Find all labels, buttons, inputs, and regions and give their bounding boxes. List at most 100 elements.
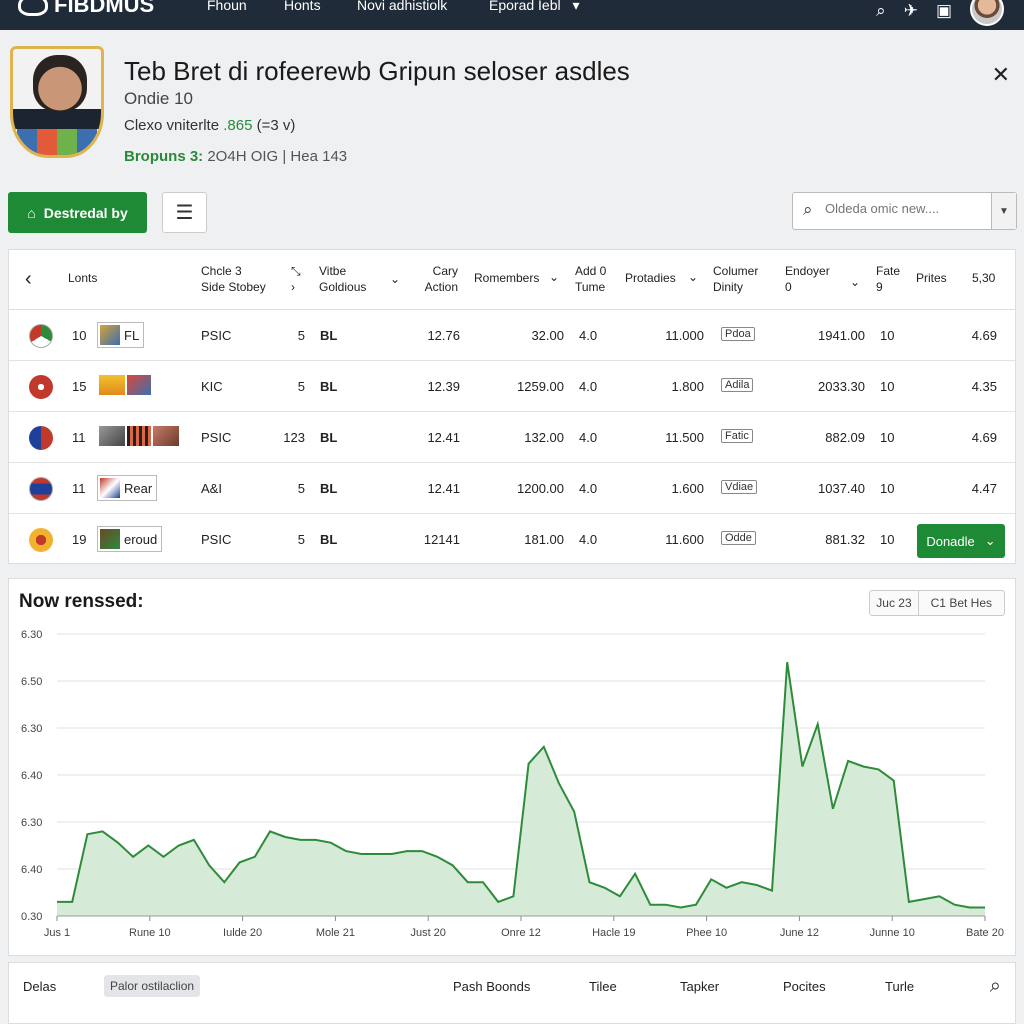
nav-link-4[interactable]: Eporad Iebl ▾: [489, 0, 580, 14]
col-header-vitbe-b: Goldious: [319, 280, 367, 294]
bottom-col-delas[interactable]: Delas: [23, 979, 56, 994]
col-header-cary[interactable]: Cary Action: [422, 263, 458, 295]
col-header-columer-a: Columer: [713, 264, 759, 278]
x-tick-label: Onre 12: [501, 927, 541, 939]
table-row[interactable]: 11 PSIC 123 BL 12.41 132.00 4.0 11.500 F…: [9, 413, 1015, 463]
row-code: PSIC: [201, 430, 232, 445]
col-header-chcle-b: Side Stobey: [201, 280, 266, 294]
x-tick-label: Hacle 19: [592, 927, 635, 939]
team-logo-icon: [127, 426, 151, 446]
y-tick-label: 6.30: [21, 629, 42, 641]
table-row[interactable]: 19 eroud PSIC 5 BL 12141 181.00 4.0 11.6…: [9, 515, 1015, 565]
search-icon[interactable]: ⌕: [990, 975, 1001, 998]
search-box: ⌕ ▼: [792, 192, 1017, 230]
row-d: 11.500: [665, 430, 704, 445]
col-header-endoyer[interactable]: Endoyer 0: [785, 263, 830, 295]
row-c: 4.0: [579, 328, 598, 343]
col-header-romembers[interactable]: Romembers: [474, 270, 539, 286]
sort-icon[interactable]: ⤡ ›: [291, 263, 301, 295]
nav-link-1[interactable]: Fhoun: [207, 0, 247, 13]
filter-pill[interactable]: Palor ostilaclion: [104, 975, 201, 997]
table-row[interactable]: 11 Rear A&I 5 BL 12.41 1200.00 4.0 1.600…: [9, 464, 1015, 514]
col-header-vitbe-a: Vitbe: [319, 264, 347, 278]
team-badge: Rear: [97, 475, 158, 501]
col-header-add[interactable]: Add 0 Tume: [575, 263, 606, 295]
col-header-fate-b: 9: [876, 280, 883, 294]
search-input[interactable]: [825, 201, 975, 216]
menu-icon[interactable]: ☰: [162, 192, 207, 233]
avatar[interactable]: [970, 0, 1004, 26]
brand-name: FIBDMUS: [54, 0, 155, 17]
row-tag[interactable]: Pdoa: [721, 327, 755, 341]
chevron-down-icon[interactable]: ⌄: [549, 269, 559, 285]
col-header-cary-b: Action: [424, 280, 458, 294]
bottom-col-pash[interactable]: Pash Boonds: [453, 979, 530, 994]
team-logo-icon: [99, 375, 125, 395]
bottom-col-turle[interactable]: Turle: [885, 979, 914, 994]
row-d: 11.000: [665, 328, 704, 343]
search-icon[interactable]: ⌕: [876, 1, 886, 21]
team-logo-icon: [153, 426, 179, 446]
bottom-col-tilee[interactable]: Tilee: [589, 979, 617, 994]
close-icon[interactable]: ✕: [992, 62, 1010, 88]
plane-icon[interactable]: ✈: [904, 1, 918, 21]
stats-line: Bropuns 3: 2O4H OIG | Hea 143: [124, 148, 347, 165]
flag-icon: [29, 477, 53, 501]
col-header-endoyer-a: Endoyer: [785, 264, 830, 278]
bottom-col-pocites[interactable]: Pocites: [783, 979, 826, 994]
col-header-protadies[interactable]: Protadies: [625, 270, 676, 286]
row-b: 132.00: [524, 430, 564, 445]
y-tick-label: 6.30: [21, 723, 42, 735]
back-arrow-icon[interactable]: ‹: [25, 268, 32, 291]
flag-icon: [29, 426, 53, 450]
col-header-columer[interactable]: Columer Dinity: [713, 263, 758, 295]
row-tag[interactable]: Fatic: [721, 429, 753, 443]
col-header-fate[interactable]: Fate 9: [876, 263, 900, 295]
row-type: BL: [320, 532, 338, 547]
home-icon: ⌂: [27, 204, 36, 221]
primary-action-label: Destredal by: [43, 204, 128, 221]
row-type: BL: [320, 328, 338, 343]
row-tag[interactable]: Adila: [721, 378, 754, 392]
search-dropdown-icon[interactable]: ▼: [991, 193, 1016, 229]
row-f: 10: [880, 532, 895, 547]
col-header-vitbe[interactable]: Vitbe Goldious: [319, 263, 366, 295]
date-range-selector[interactable]: Juc 23 C1 Bet Hes: [869, 590, 1005, 616]
summary-prefix: Clexo vniterlte: [124, 117, 220, 134]
col-header-chcle[interactable]: Chcle 3 Side Stobey: [201, 263, 266, 295]
row-action-button[interactable]: Donadle ⌄: [917, 524, 1005, 558]
chevron-down-icon[interactable]: ⌄: [688, 269, 698, 285]
chevron-down-icon[interactable]: ⌄: [390, 271, 400, 287]
row-tag[interactable]: Odde: [721, 531, 756, 545]
profile-face: [33, 55, 87, 111]
row-type: BL: [320, 430, 338, 445]
table-row[interactable]: 15 KIC 5 BL 12.39 1259.00 4.0 1.800 Adil…: [9, 362, 1015, 412]
chevron-down-icon: ⌄: [984, 533, 996, 548]
bottom-col-tapker[interactable]: Tapker: [680, 979, 719, 994]
chevron-down-icon[interactable]: ⌄: [850, 274, 860, 290]
table-row[interactable]: 10 FL PSIC 5 BL 12.76 32.00 4.0 11.000 P…: [9, 311, 1015, 361]
date-range-end: C1 Bet Hes: [917, 591, 1004, 615]
top-navbar: FIBDMUS Fhoun Honts Novi adhistiolk Epor…: [0, 0, 1024, 30]
col-header-lonts[interactable]: Lonts: [68, 270, 97, 286]
chart-title: Now renssed:: [19, 591, 144, 612]
nav-link-2[interactable]: Honts: [284, 0, 321, 13]
row-tag[interactable]: Vdiae: [721, 480, 758, 494]
data-table: ‹ Lonts Chcle 3 Side Stobey ⤡ › Vitbe Goldi…: [8, 249, 1016, 564]
x-tick-label: June 12: [780, 927, 819, 939]
message-icon[interactable]: ▣: [936, 1, 952, 21]
nav-link-3[interactable]: Novi adhistiolk: [357, 0, 447, 13]
row-type: BL: [320, 379, 338, 394]
team-logo-icon: [99, 426, 125, 446]
brand-logo[interactable]: FIBDMUS: [18, 0, 154, 18]
col-header-fate-a: Fate: [876, 264, 901, 278]
team-badge-label: Rear: [124, 480, 153, 496]
primary-action-button[interactable]: ⌂ Destredal by: [8, 192, 147, 233]
col-header-columer-b: Dinity: [713, 280, 744, 294]
x-tick-label: Mole 21: [316, 927, 355, 939]
row-e: 2033.30: [818, 379, 865, 394]
row-n: 5: [297, 379, 305, 394]
col-header-prites[interactable]: Prites: [916, 270, 947, 286]
row-c: 4.0: [579, 379, 598, 394]
col-header-add-b: Tume: [575, 280, 606, 294]
